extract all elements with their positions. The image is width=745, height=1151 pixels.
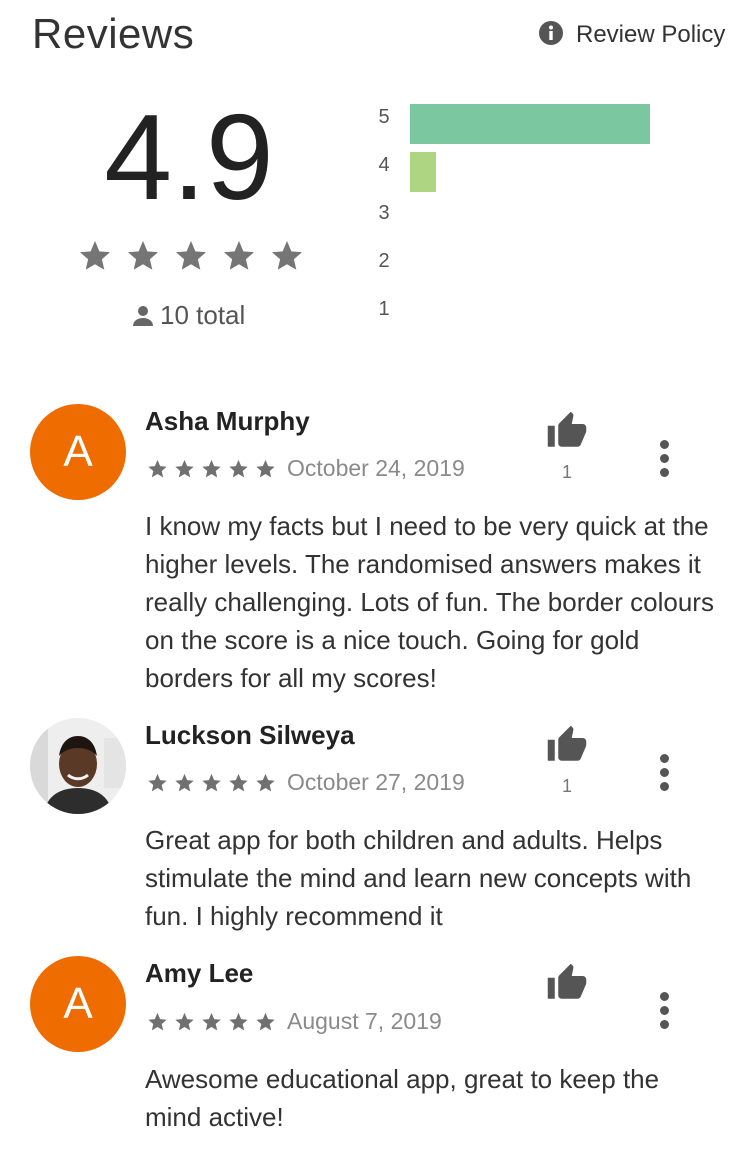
star-icon (176, 241, 206, 270)
star-icon (229, 459, 248, 477)
helpful-button[interactable] (544, 724, 590, 771)
average-rating: 4.9 (104, 89, 274, 225)
thumbs-up-icon (547, 411, 587, 447)
star-icon (272, 241, 302, 270)
reviewer-name: Amy Lee (145, 958, 254, 988)
more-vertical-icon (659, 440, 669, 449)
histogram-label-5: 5 (378, 106, 390, 128)
review-date: October 27, 2019 (287, 769, 465, 795)
review-star-rating: October 27, 2019 (146, 769, 465, 796)
review-star-rating: August 7, 2019 (146, 1008, 442, 1035)
star-icon (229, 773, 248, 791)
star-icon (175, 459, 194, 477)
histogram-bar-4 (410, 152, 436, 192)
thumbs-up-icon (547, 725, 587, 761)
reviewer-name: Asha Murphy (145, 406, 310, 436)
star-icon (175, 1012, 194, 1030)
histogram-label-4: 4 (378, 154, 390, 176)
review-text: I know my facts but I need to be very qu… (145, 511, 714, 693)
star-icon (148, 1012, 167, 1030)
more-vertical-icon (659, 754, 669, 763)
avatar: A (30, 404, 126, 500)
thumbs-up-icon (547, 963, 587, 999)
review-date: October 24, 2019 (287, 455, 465, 481)
summary-star-rating (76, 238, 306, 274)
profile-photo (30, 718, 126, 814)
review-policy-link[interactable]: Review Policy (538, 20, 725, 50)
star-icon (256, 1012, 275, 1030)
helpful-button[interactable] (544, 410, 590, 457)
star-icon (229, 1012, 248, 1030)
histogram-label-1: 1 (378, 298, 390, 320)
helpful-button[interactable] (544, 962, 590, 1009)
star-icon (202, 773, 221, 791)
review-policy-label: Review Policy (576, 21, 726, 48)
more-options-button[interactable] (654, 754, 674, 791)
star-icon (148, 459, 167, 477)
star-icon (202, 459, 221, 477)
helpful-count: 1 (561, 462, 572, 482)
histogram-label-3: 3 (378, 202, 390, 224)
review-date: August 7, 2019 (287, 1008, 442, 1034)
more-vertical-icon (659, 992, 669, 1001)
more-options-button[interactable] (654, 992, 674, 1029)
avatar (30, 718, 126, 814)
star-icon (128, 241, 158, 270)
histogram-bar-5 (410, 104, 650, 144)
star-icon (175, 773, 194, 791)
info-icon (538, 20, 564, 51)
histogram-label-2: 2 (378, 250, 390, 272)
helpful-count: 1 (561, 776, 572, 796)
star-icon (148, 773, 167, 791)
star-icon (202, 1012, 221, 1030)
reviewer-name: Luckson Silweya (145, 720, 355, 750)
star-icon (256, 773, 275, 791)
review-star-rating: October 24, 2019 (146, 455, 465, 482)
star-icon (80, 241, 110, 270)
person-icon (133, 305, 153, 326)
review-text: Awesome educational app, great to keep t… (145, 1064, 660, 1132)
star-icon (224, 241, 254, 270)
total-reviews: 10 total (132, 300, 245, 331)
more-options-button[interactable] (654, 440, 674, 477)
page-title: Reviews (32, 10, 195, 57)
total-reviews-label: 10 total (160, 300, 246, 330)
avatar: A (30, 956, 126, 1052)
star-icon (256, 459, 275, 477)
review-text: Great app for both children and adults. … (145, 825, 692, 931)
